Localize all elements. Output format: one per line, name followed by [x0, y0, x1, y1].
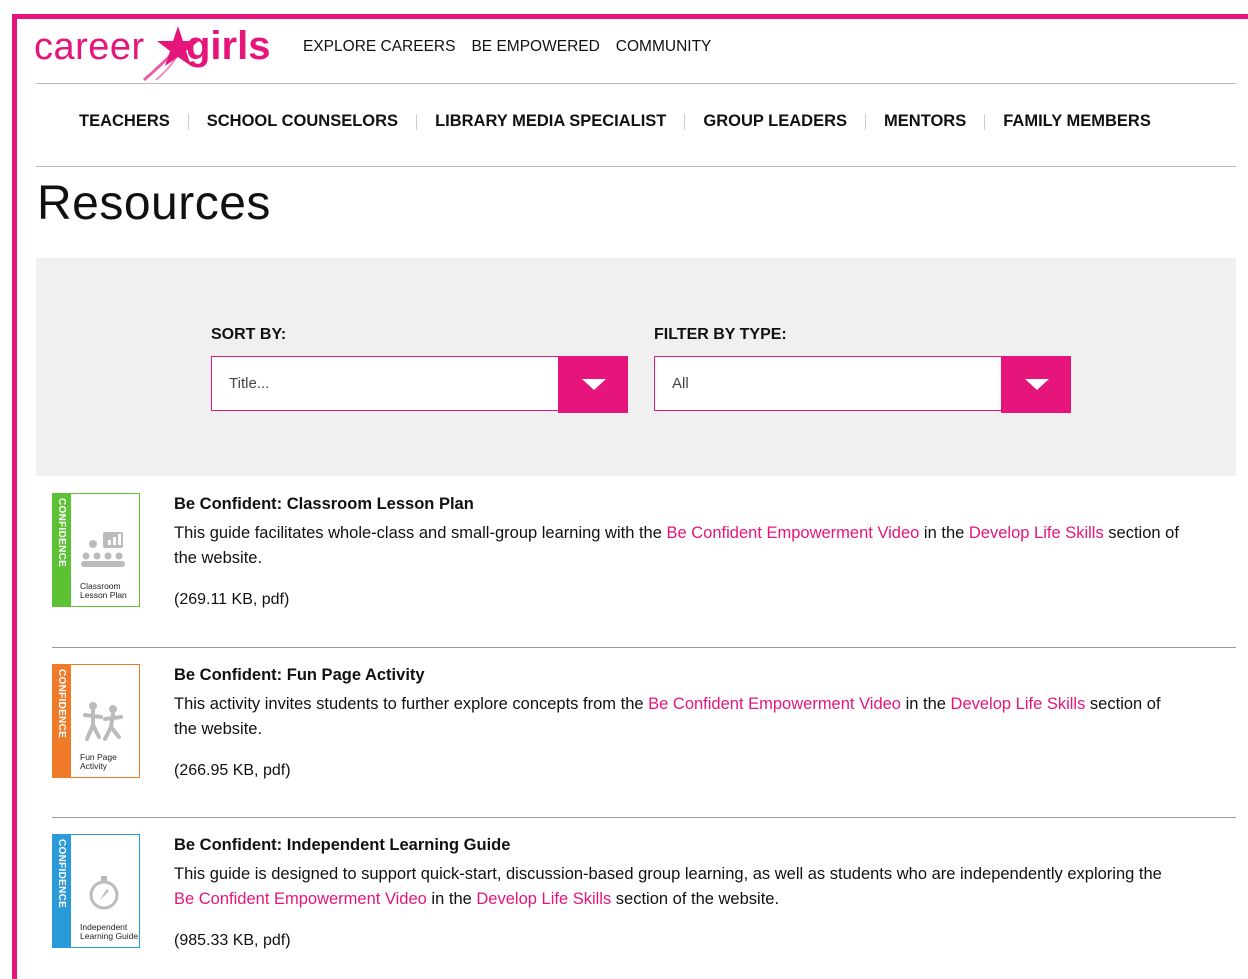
file-size: (985.33 KB, pdf) [174, 932, 291, 949]
category-band: CONFIDENCE [53, 665, 71, 777]
header-divider [36, 83, 1236, 84]
role-nav-teachers[interactable]: TEACHERS [79, 112, 170, 131]
compass-icon [89, 876, 119, 910]
category-band-label: CONFIDENCE [56, 839, 67, 909]
role-nav-group-leaders[interactable]: GROUP LEADERS [703, 112, 847, 131]
logo[interactable]: career girls [34, 24, 274, 84]
resource-divider [52, 647, 1236, 648]
description-text: in the [900, 695, 951, 713]
role-nav-divider [36, 166, 1236, 167]
role-nav-mentors[interactable]: MENTORS [884, 112, 966, 131]
description-text: This activity invites students to furthe… [174, 695, 649, 713]
resource-thumbnail[interactable]: CONFIDENCE Independent Learning Guide [52, 834, 140, 948]
filter-dropdown-button[interactable] [1001, 356, 1071, 413]
activity-figures-icon [83, 702, 123, 741]
description-text: This guide facilitates whole-class and s… [174, 524, 667, 542]
empowerment-video-link[interactable]: Be Confident Empowerment Video [648, 695, 901, 713]
role-nav-school-counselors[interactable]: SCHOOL COUNSELORS [207, 112, 398, 131]
sort-dropdown-button[interactable] [558, 356, 628, 413]
filter-by-type-label: FILTER BY TYPE: [654, 326, 787, 343]
classroom-icon [81, 532, 125, 567]
category-band-label: CONFIDENCE [56, 669, 67, 739]
resource-divider [52, 817, 1236, 818]
resource-description: This guide facilitates whole-class and s… [174, 521, 1184, 571]
file-size: (269.11 KB, pdf) [174, 591, 290, 608]
description-text: This guide is designed to support quick-… [174, 865, 1162, 883]
sort-by-label: SORT BY: [211, 326, 287, 343]
empowerment-video-link[interactable]: Be Confident Empowerment Video [174, 890, 427, 908]
resource-thumbnail[interactable]: CONFIDENCE Classroom Lesson Plan [52, 493, 140, 607]
nav-separator [865, 113, 867, 130]
nav-separator [684, 113, 686, 130]
empowerment-video-link[interactable]: Be Confident Empowerment Video [667, 524, 920, 542]
nav-separator [416, 113, 418, 130]
description-text: section of the website. [611, 890, 780, 908]
description-text: in the [426, 890, 477, 908]
logo-text-career: career [34, 26, 145, 68]
top-nav: EXPLORE CAREERS BE EMPOWERED COMMUNITY [303, 38, 711, 56]
filter-by-type-value: All [672, 375, 689, 392]
resource-thumbnail[interactable]: CONFIDENCE Fun Page Activity [52, 664, 140, 778]
nav-community[interactable]: COMMUNITY [616, 38, 712, 56]
thumbnail-caption: Fun Page Activity [80, 752, 117, 771]
thumbnail-caption: Classroom Lesson Plan [80, 581, 127, 600]
nav-be-empowered[interactable]: BE EMPOWERED [471, 38, 599, 56]
sort-by-value: Title... [229, 375, 270, 392]
nav-separator [187, 113, 189, 130]
develop-life-skills-link[interactable]: Develop Life Skills [476, 890, 611, 908]
sort-by-select[interactable]: Title... [211, 356, 628, 413]
description-text: in the [919, 524, 969, 542]
chevron-down-icon [582, 379, 606, 390]
resource-description: This activity invites students to furthe… [174, 692, 1184, 742]
thumbnail-caption: Independent Learning Guide [80, 922, 139, 941]
filter-by-type-select[interactable]: All [654, 356, 1071, 413]
logo-text-girls: girls [186, 24, 271, 68]
category-band: CONFIDENCE [53, 835, 71, 947]
resource-description: This guide is designed to support quick-… [174, 862, 1184, 912]
chevron-down-icon [1025, 379, 1049, 390]
resource-title[interactable]: Be Confident: Classroom Lesson Plan [174, 495, 474, 514]
category-band-label: CONFIDENCE [56, 498, 67, 568]
nav-separator [984, 113, 986, 130]
develop-life-skills-link[interactable]: Develop Life Skills [951, 695, 1086, 713]
develop-life-skills-link[interactable]: Develop Life Skills [969, 524, 1104, 542]
role-nav-library-media-specialist[interactable]: LIBRARY MEDIA SPECIALIST [435, 112, 666, 131]
file-size: (266.95 KB, pdf) [174, 762, 291, 779]
brand-frame-top [12, 14, 1248, 19]
role-nav: TEACHERS SCHOOL COUNSELORS LIBRARY MEDIA… [79, 112, 1151, 131]
filter-panel: SORT BY: Title... FILTER BY TYPE: All [36, 258, 1236, 476]
brand-frame-left [12, 14, 17, 979]
resource-title[interactable]: Be Confident: Fun Page Activity [174, 666, 425, 685]
category-band: CONFIDENCE [53, 494, 71, 606]
nav-explore-careers[interactable]: EXPLORE CAREERS [303, 38, 455, 56]
page-title: Resources [37, 177, 271, 230]
resource-title[interactable]: Be Confident: Independent Learning Guide [174, 836, 510, 855]
role-nav-family-members[interactable]: FAMILY MEMBERS [1003, 112, 1151, 131]
